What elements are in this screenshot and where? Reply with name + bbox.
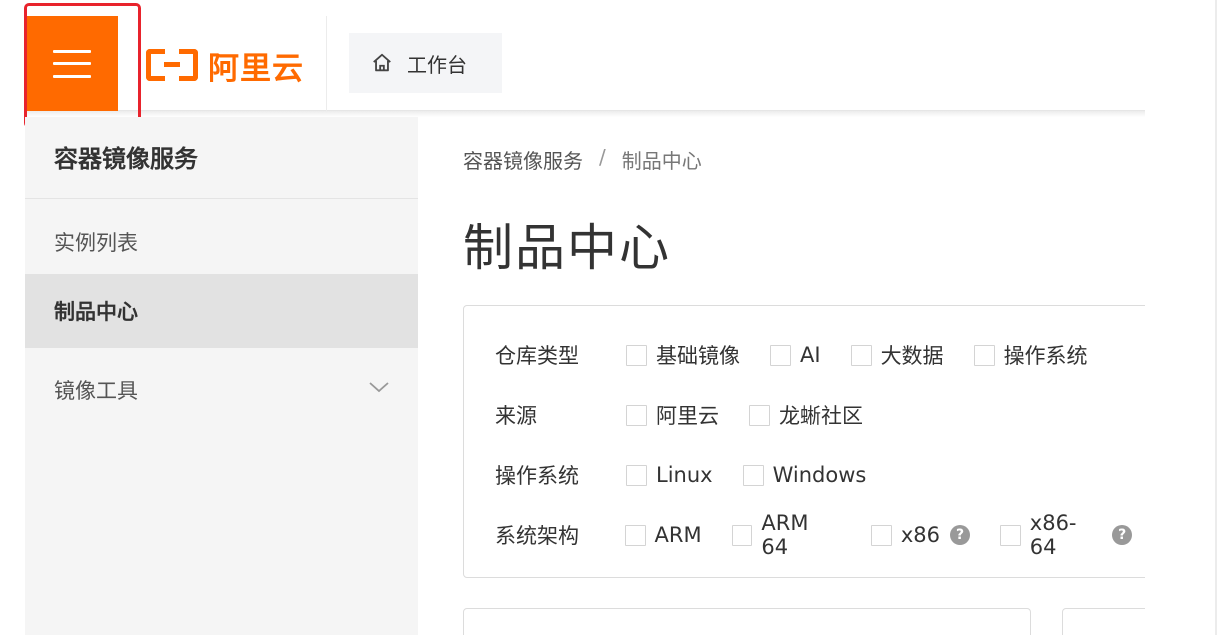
sidebar-item-label: 镜像工具 [54,379,138,403]
filter-row-arch: 系统架构 ARM ARM 64 x86 ? x86-64 ? [495,511,1162,559]
sidebar-item-label: 实例列表 [54,231,138,255]
workbench-label: 工作台 [407,52,467,77]
option-label: ARM [654,523,702,547]
checkbox[interactable] [850,344,872,366]
sidebar-item-instance-list[interactable]: 实例列表 [25,205,418,279]
checkbox[interactable] [870,524,892,546]
sidebar-item-label: 制品中心 [54,300,138,324]
checkbox[interactable] [626,344,647,366]
result-card[interactable] [463,608,1031,635]
sidebar-divider [25,198,418,199]
filter-label: 来源 [495,404,537,428]
top-bar-divider [326,16,327,111]
filter-option-arm[interactable]: ARM [624,523,702,547]
page-title: 制品中心 [463,219,671,277]
filter-option-os[interactable]: 操作系统 [973,340,1088,370]
chevron-down-icon[interactable] [368,379,390,395]
breadcrumb: 容器镜像服务 / 制品中心 [463,145,702,174]
filter-label: 操作系统 [495,464,579,488]
checkbox[interactable] [626,464,647,486]
filter-option-anolis[interactable]: 龙蜥社区 [749,400,863,430]
option-label: 大数据 [880,344,944,368]
help-icon[interactable]: ? [1112,525,1132,545]
checkbox[interactable] [973,344,995,366]
filter-option-x86-64[interactable]: x86-64 ? [1000,511,1132,559]
filter-option-windows[interactable]: Windows [742,463,867,487]
option-label: Windows [772,463,867,487]
option-label: 龙蜥社区 [779,404,863,428]
filter-option-x86[interactable]: x86 ? [870,523,971,547]
filter-option-big-data[interactable]: 大数据 [850,340,944,370]
sidebar-item-artifact-center[interactable]: 制品中心 [25,274,418,348]
checkbox[interactable] [742,464,764,486]
option-label: ARM 64 [761,511,809,559]
filter-option-ai[interactable]: AI [770,343,821,367]
workbench-button[interactable]: 工作台 [349,33,502,93]
filter-row-source: 来源 阿里云 龙蜥社区 [495,400,893,430]
sidebar: 容器镜像服务 实例列表 制品中心 镜像工具 [25,117,418,635]
home-icon [373,53,391,72]
option-label: x86-64 [1029,511,1077,559]
filter-option-aliyun[interactable]: 阿里云 [626,400,719,430]
option-label: 基础镜像 [656,344,740,368]
filter-option-base-image[interactable]: 基础镜像 [626,340,740,370]
filter-row-os: 操作系统 Linux Windows [495,460,896,490]
menu-button[interactable] [25,16,118,111]
logo-text: 阿里云 [208,50,304,87]
option-label: x86 [900,523,941,547]
checkbox[interactable] [731,524,753,546]
breadcrumb-current: 制品中心 [621,149,702,173]
breadcrumb-separator: / [599,145,606,169]
hamburger-icon [52,49,91,78]
option-label: 操作系统 [1003,344,1088,368]
aliyun-logo[interactable]: 阿里云 [144,44,304,87]
option-label: Linux [656,463,713,487]
checkbox[interactable] [624,524,646,546]
checkbox[interactable] [749,404,770,426]
option-label: AI [800,343,821,367]
filter-panel: 仓库类型 基础镜像 AI 大数据 操作系统 来源 阿里云 龙蜥社区 操作系统 L… [463,305,1163,578]
viewport-edge [1145,0,1220,635]
help-icon[interactable]: ? [950,525,971,545]
sidebar-title: 容器镜像服务 [54,145,198,173]
checkbox[interactable] [1000,524,1021,546]
breadcrumb-parent[interactable]: 容器镜像服务 [463,145,583,174]
filter-label: 仓库类型 [495,344,579,368]
sidebar-item-image-tools[interactable]: 镜像工具 [25,353,418,427]
filter-option-linux[interactable]: Linux [626,463,713,487]
viewport-edge-line [1215,0,1217,635]
filter-row-repo-type: 仓库类型 基础镜像 AI 大数据 操作系统 [495,340,1118,370]
checkbox[interactable] [626,404,647,426]
aliyun-logo-icon [144,46,200,84]
option-label: 阿里云 [656,404,719,428]
filter-label: 系统架构 [495,524,579,548]
filter-option-arm64[interactable]: ARM 64 [731,511,841,559]
checkbox[interactable] [770,344,791,366]
